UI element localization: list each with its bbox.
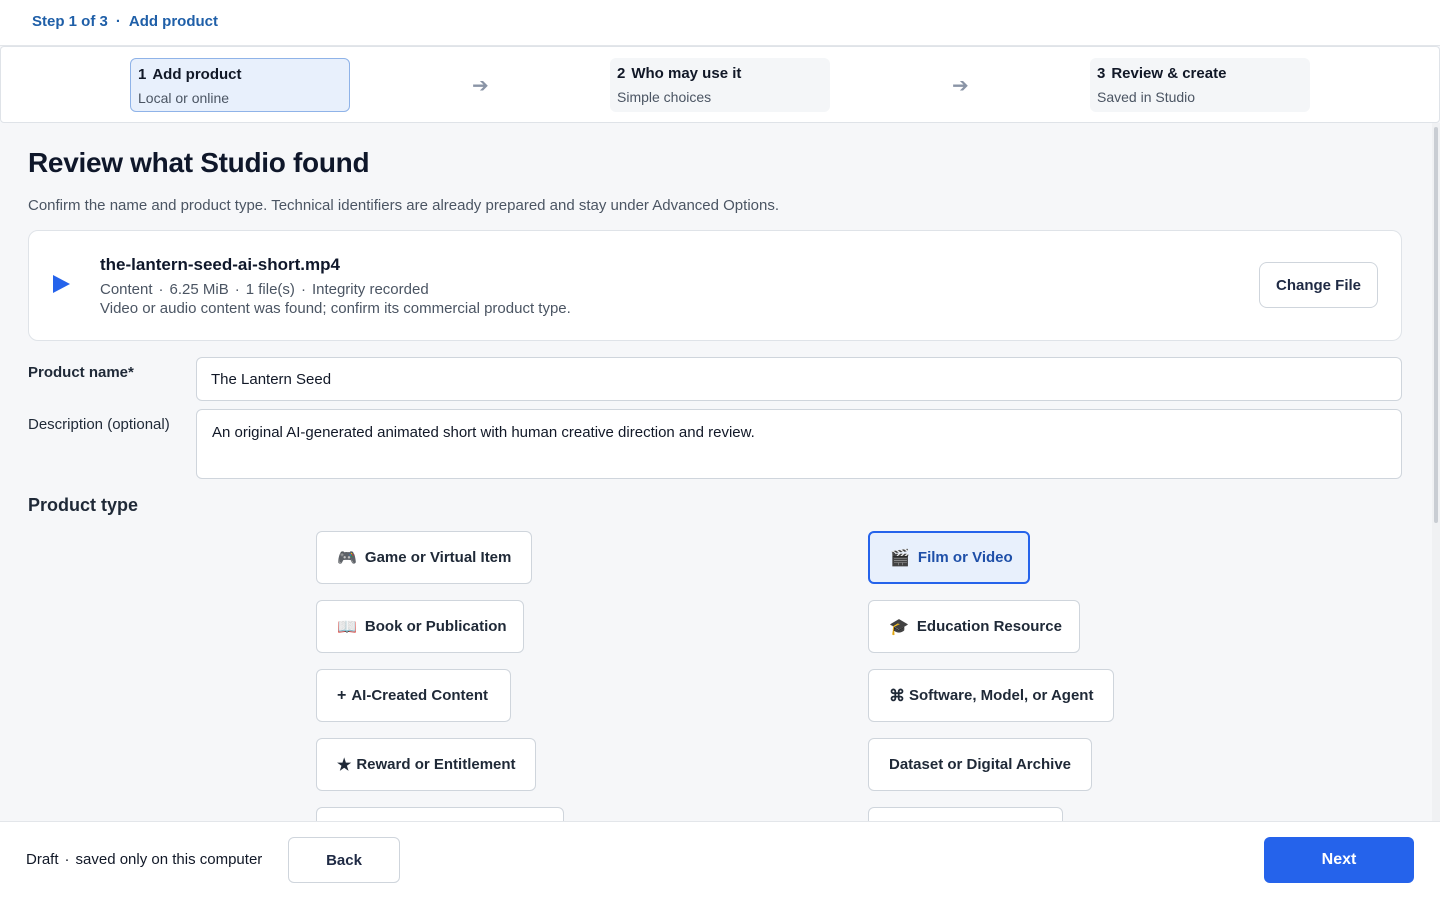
breadcrumb-page: Add product: [128, 13, 219, 30]
detected-file-card: the-lantern-seed-ai-short.mp4 Content · 6.…: [28, 230, 1402, 341]
graduation-cap-icon: 🎓: [889, 618, 909, 636]
main-content[interactable]: Review what Studio found Confirm the nam…: [0, 123, 1432, 821]
file-kind: Content: [100, 281, 153, 298]
product-name-label: Product name*: [28, 364, 134, 381]
plus-icon: +: [337, 686, 347, 704]
product-type-book[interactable]: 📖 Book or Publication: [316, 600, 524, 653]
step-who-may-use-it[interactable]: 2 Who may use it Simple choices: [610, 58, 830, 112]
breadcrumb-separator: ·: [115, 13, 121, 30]
step-number: 1: [138, 66, 147, 83]
change-file-button[interactable]: Change File: [1259, 262, 1378, 308]
top-bar: Step 1 of 3 · Add product: [0, 0, 1440, 46]
product-type-ai-content[interactable]: + AI-Created Content: [316, 669, 511, 722]
description-label: Description (optional): [28, 416, 170, 433]
stepper: 1 Add product Local or online ➔ 2 Who may …: [0, 46, 1440, 123]
file-count: 1 file(s): [245, 281, 295, 298]
step-title: Who may use it: [631, 65, 742, 82]
step-title: Add product: [152, 66, 242, 83]
file-name: the-lantern-seed-ai-short.mp4: [100, 255, 340, 274]
product-type-option-partial[interactable]: [316, 807, 564, 821]
draft-label: Draft: [26, 851, 59, 868]
description-textarea[interactable]: An original AI-generated animated short …: [196, 409, 1402, 479]
breadcrumb: Step 1 of 3 · Add product: [32, 13, 218, 30]
back-button[interactable]: Back: [288, 837, 400, 883]
step-number: 3: [1097, 65, 1106, 82]
product-type-reward[interactable]: ★ Reward or Entitlement: [316, 738, 536, 791]
step-title: Review & create: [1111, 65, 1227, 82]
product-type-film[interactable]: 🎬 Film or Video: [868, 531, 1030, 584]
arrow-right-icon: ➔: [472, 75, 489, 97]
step-review-create[interactable]: 3 Review & create Saved in Studio: [1090, 58, 1310, 112]
arrow-right-icon: ➔: [952, 75, 969, 97]
open-book-icon: 📖: [337, 618, 357, 636]
scrollbar-thumb[interactable]: [1434, 127, 1438, 523]
scrollbar[interactable]: [1432, 123, 1440, 821]
draft-note: saved only on this computer: [75, 851, 263, 868]
product-type-dataset[interactable]: Dataset or Digital Archive: [868, 738, 1092, 791]
product-type-heading: Product type: [28, 495, 139, 515]
page-title: Review what Studio found: [28, 147, 370, 178]
file-size: 6.25 MiB: [169, 281, 229, 298]
step-subtitle: Saved in Studio: [1097, 89, 1196, 105]
product-type-game[interactable]: 🎮 Game or Virtual Item: [316, 531, 532, 584]
draft-status: Draft · saved only on this computer: [26, 851, 263, 868]
game-controller-icon: 🎮: [337, 549, 357, 567]
footer-bar: Draft · saved only on this computer Back N…: [0, 821, 1440, 900]
step-subtitle: Simple choices: [617, 89, 712, 105]
command-icon: ⌘: [889, 687, 905, 705]
product-type-option-partial[interactable]: [868, 807, 1063, 821]
star-icon: ★: [337, 756, 352, 774]
clapperboard-icon: 🎬: [890, 549, 910, 567]
step-add-product[interactable]: 1 Add product Local or online: [130, 58, 350, 112]
file-note: Video or audio content was found; confir…: [100, 300, 571, 317]
product-type-education[interactable]: 🎓 Education Resource: [868, 600, 1080, 653]
step-number: 2: [617, 65, 626, 82]
product-name-input[interactable]: [196, 357, 1402, 401]
breadcrumb-step: Step 1 of 3: [32, 13, 108, 30]
file-integrity: Integrity recorded: [311, 281, 429, 298]
product-type-software[interactable]: ⌘ Software, Model, or Agent: [868, 669, 1114, 722]
step-subtitle: Local or online: [138, 90, 230, 106]
play-icon: [53, 275, 70, 293]
next-button[interactable]: Next: [1264, 837, 1414, 883]
file-meta: Content · 6.25 MiB · 1 file(s) · Integrity rec…: [100, 281, 429, 298]
page-subtitle: Confirm the name and product type. Techn…: [28, 197, 780, 214]
